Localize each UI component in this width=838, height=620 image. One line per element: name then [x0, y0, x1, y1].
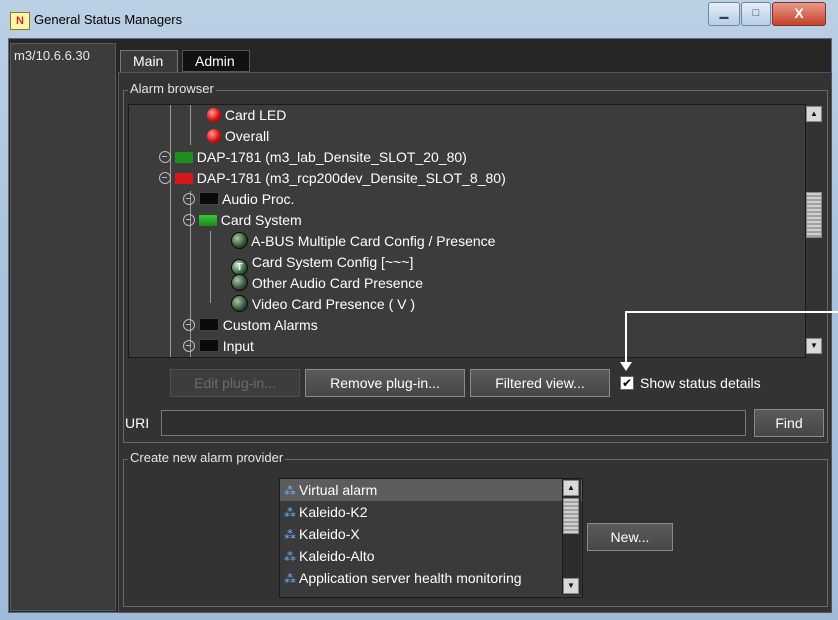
show-status-details-checkbox[interactable]: ✔: [620, 376, 634, 390]
tree-node-label: Video Card Presence ( V ): [251, 296, 416, 312]
remove-plugin-button[interactable]: Remove plug-in...: [305, 369, 465, 397]
tree-node-label: Input: [222, 338, 254, 354]
find-button[interactable]: Find: [754, 409, 824, 437]
status-ball-icon: [231, 274, 248, 291]
provider-list[interactable]: ⁂ Virtual alarm ⁂ Kaleido-K2 ⁂ Kaleido-X ⁂ K…: [279, 478, 583, 598]
tree-node[interactable]: Input: [183, 336, 254, 357]
list-item[interactable]: ⁂ Kaleido-Alto: [280, 545, 582, 567]
red-led-icon: [207, 108, 221, 122]
tree-node[interactable]: T Card System Config [~~~]: [231, 252, 414, 276]
expand-toggle-icon[interactable]: [183, 319, 195, 331]
list-item[interactable]: ⁂ Kaleido-X: [280, 523, 582, 545]
open-green-folder-icon: [198, 215, 217, 226]
tree-node[interactable]: Other Audio Card Presence: [231, 273, 423, 294]
tab-admin[interactable]: Admin: [182, 50, 250, 72]
list-item[interactable]: ⁂ Kaleido-K2: [280, 501, 582, 523]
show-status-details-label[interactable]: Show status details: [640, 375, 761, 391]
provider-icon: ⁂: [284, 550, 296, 564]
list-item-label: Kaleido-X: [299, 526, 360, 542]
server-address[interactable]: m3/10.6.6.30: [14, 48, 90, 63]
provider-icon: ⁂: [284, 572, 296, 586]
tree-node-label: Card System Config [~~~]: [251, 254, 414, 270]
expand-toggle-icon[interactable]: [183, 214, 195, 226]
list-item[interactable]: ⁂ Virtual alarm: [280, 479, 582, 501]
uri-input[interactable]: [161, 410, 746, 436]
maximize-button[interactable]: □: [741, 2, 771, 26]
provider-scroll-down-button[interactable]: ▼: [563, 578, 579, 594]
tree-node[interactable]: DAP-1781 (m3_lab_Densite_SLOT_20_80): [159, 147, 467, 168]
tree-connector-line: [190, 105, 191, 145]
black-folder-icon: [198, 192, 219, 205]
scroll-up-button[interactable]: ▲: [806, 106, 822, 122]
create-provider-title: Create new alarm provider: [128, 450, 286, 465]
scroll-thumb[interactable]: [806, 192, 822, 238]
new-provider-button[interactable]: New...: [587, 523, 673, 551]
tree-node[interactable]: Video Card Presence ( V ): [231, 294, 415, 315]
provider-scroll-thumb[interactable]: [563, 498, 579, 534]
status-ball-icon: [231, 295, 248, 312]
annotation-arrow-line: [625, 311, 627, 365]
app-logo-icon: N: [10, 12, 30, 30]
tree-node-label: A-BUS Multiple Card Config / Presence: [251, 233, 496, 249]
tree-connector-line: [210, 231, 211, 303]
provider-scroll-up-button[interactable]: ▲: [563, 480, 579, 496]
tree-node[interactable]: Audio Proc.: [183, 189, 294, 210]
red-folder-icon: [174, 173, 193, 184]
edit-plugin-button[interactable]: Edit plug-in...: [170, 369, 300, 397]
tree-node[interactable]: DAP-1781 (m3_rcp200dev_Densite_SLOT_8_80…: [159, 168, 506, 189]
tree-node-label: Other Audio Card Presence: [251, 275, 424, 291]
provider-icon: ⁂: [284, 506, 296, 520]
uri-label: URI: [125, 415, 150, 431]
tree-connector-line: [170, 105, 171, 357]
expand-toggle-icon[interactable]: [159, 151, 171, 163]
annotation-arrow-head-icon: [620, 362, 632, 371]
tree-node[interactable]: Overall: [207, 126, 269, 147]
tree-node-label: Card System: [220, 212, 302, 228]
list-item-label: Kaleido-Alto: [299, 548, 375, 564]
expand-toggle-icon[interactable]: [183, 340, 195, 352]
filtered-view-button[interactable]: Filtered view...: [470, 369, 610, 397]
tree-node-label: Overall: [224, 128, 270, 144]
tree-node-label: Custom Alarms: [222, 317, 318, 333]
annotation-arrow-line: [625, 311, 838, 313]
status-ball-icon: [231, 232, 248, 249]
black-folder-icon: [198, 318, 219, 331]
green-folder-icon: [174, 152, 193, 163]
black-folder-icon: [198, 339, 219, 352]
red-led-icon: [207, 129, 221, 143]
tree-node-label: DAP-1781 (m3_rcp200dev_Densite_SLOT_8_80…: [196, 170, 506, 186]
tree-node[interactable]: A-BUS Multiple Card Config / Presence: [231, 231, 495, 252]
server-list-panel[interactable]: [10, 43, 116, 611]
tree-node[interactable]: Custom Alarms: [183, 315, 318, 336]
tree-node-label: DAP-1781 (m3_lab_Densite_SLOT_20_80): [196, 149, 467, 165]
tab-main[interactable]: Main: [120, 50, 178, 72]
title-bar: N General Status Managers ▁ □ X: [0, 0, 838, 38]
expand-toggle-icon[interactable]: [183, 193, 195, 205]
minimize-button[interactable]: ▁: [708, 2, 740, 26]
list-item-label: Virtual alarm: [299, 482, 378, 498]
tree-node-label: Card LED: [224, 107, 287, 123]
expand-toggle-icon[interactable]: [159, 172, 171, 184]
list-item[interactable]: ⁂ Application server health monitoring: [280, 567, 582, 589]
tree-node-label: Audio Proc.: [222, 191, 295, 207]
tree-node[interactable]: Card System: [183, 210, 302, 231]
tree-node[interactable]: Card LED: [207, 105, 286, 126]
scroll-down-button[interactable]: ▼: [806, 338, 822, 354]
list-item-label: Kaleido-K2: [299, 504, 368, 520]
list-item-label: Application server health monitoring: [299, 570, 522, 586]
window-title: General Status Managers: [34, 12, 183, 27]
alarm-browser-title: Alarm browser: [128, 81, 216, 96]
close-button[interactable]: X: [772, 2, 826, 26]
alarm-tree[interactable]: Card LED Overall DAP-1781 (m3_lab_Densit…: [128, 104, 806, 358]
provider-icon: ⁂: [284, 484, 296, 498]
provider-icon: ⁂: [284, 528, 296, 542]
